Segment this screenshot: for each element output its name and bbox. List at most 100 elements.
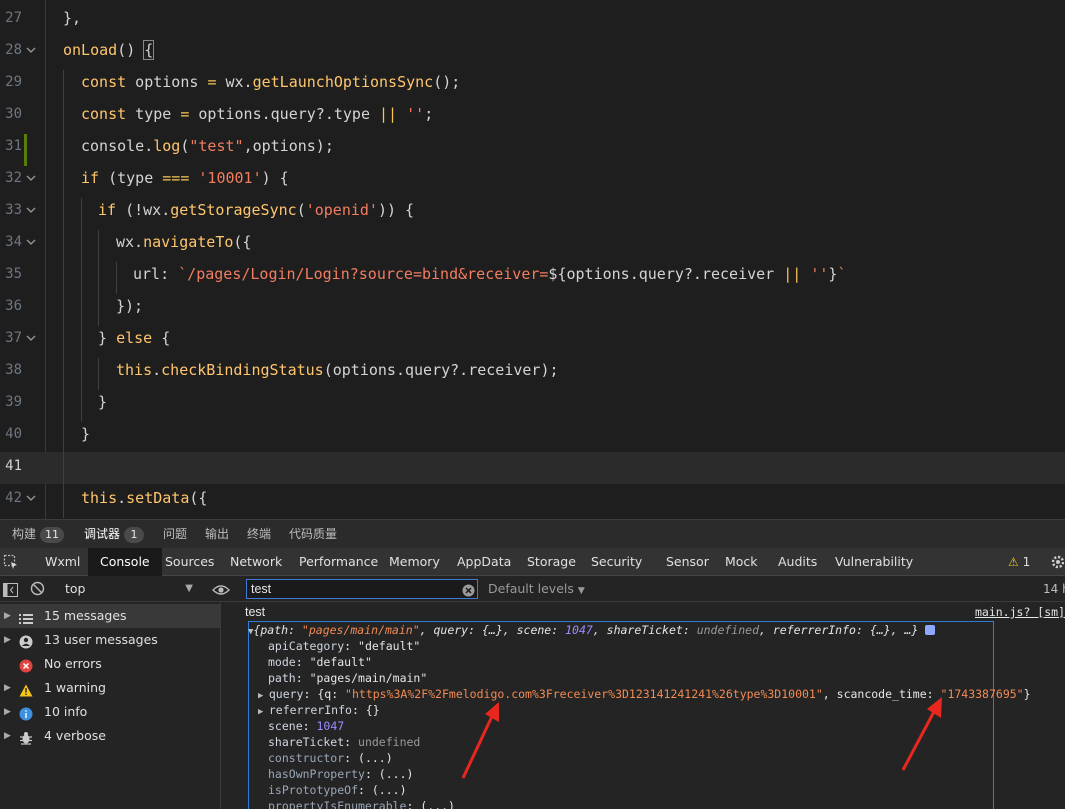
tab-console[interactable]: Console — [88, 548, 162, 576]
code-token: type — [126, 105, 181, 123]
prop-key: path — [260, 623, 289, 637]
tab-security[interactable]: Security — [591, 548, 642, 576]
tab-debugger-label: 调试器 — [84, 527, 121, 541]
tab-memory[interactable]: Memory — [389, 548, 440, 576]
code-line[interactable]: 29 const options = wx.getLaunchOptionsSyn… — [0, 68, 1065, 100]
code-line[interactable]: 38 this.checkBindingStatus(options.query?… — [0, 356, 1065, 388]
devtools-tool-tabs: Wxml Console Sources Network Performance… — [0, 548, 1065, 576]
sidebar-item-info[interactable]: ▶ 10 info — [0, 700, 220, 724]
code-line[interactable]: 42 this.setData({ — [0, 484, 1065, 516]
tab-wxml[interactable]: Wxml — [45, 548, 80, 576]
expand-arrow-icon: ▶ — [4, 611, 11, 621]
caret-down-icon: ▼ — [577, 586, 585, 596]
code-line[interactable]: 39} — [0, 388, 1065, 420]
fold-chevron-icon[interactable] — [25, 172, 37, 184]
code-token: console. — [81, 137, 154, 155]
tab-terminal[interactable]: 终端 — [247, 520, 271, 549]
sidebar-item-warnings[interactable]: ▶ 1 warning — [0, 676, 220, 700]
code-line[interactable]: 41 — [0, 452, 1065, 484]
prop-key: scene — [516, 623, 552, 637]
sidebar-toggle-icon[interactable] — [3, 582, 18, 601]
clear-filter-icon[interactable] — [462, 582, 475, 601]
tab-build[interactable]: 构建 11 — [12, 520, 65, 549]
tab-build-label: 构建 — [12, 527, 37, 541]
eye-icon[interactable] — [212, 582, 230, 601]
tab-storage[interactable]: Storage — [527, 548, 576, 576]
code-line[interactable]: 32 if (type === '10001') { — [0, 164, 1065, 196]
tab-vulnerability[interactable]: Vulnerability — [835, 548, 913, 576]
prop-value[interactable]: (...) — [379, 767, 414, 781]
prop-key: shareTicket — [268, 735, 345, 749]
prop-row-referrer[interactable]: ▶ referrerInfo: {} — [258, 702, 380, 718]
tab-sensor[interactable]: Sensor — [666, 548, 709, 576]
tab-problems[interactable]: 问题 — [163, 520, 187, 549]
sidebar-item-errors[interactable]: No errors — [0, 652, 220, 676]
line-number: 37 — [5, 330, 22, 346]
code-line[interactable]: 34 wx.navigateTo({ — [0, 228, 1065, 260]
fold-chevron-icon[interactable] — [25, 492, 37, 504]
code-token: . — [152, 361, 162, 379]
clear-console-icon[interactable] — [30, 581, 45, 600]
console-filter-input[interactable] — [246, 579, 478, 599]
indent-guide — [98, 358, 99, 390]
indent-guide — [116, 262, 117, 294]
tab-code-quality[interactable]: 代码质量 — [289, 520, 337, 549]
code-line[interactable]: 40} — [0, 420, 1065, 452]
sidebar-item-messages[interactable]: ▶ 15 messages — [0, 604, 220, 628]
tab-performance[interactable]: Performance — [299, 548, 378, 576]
tab-audits[interactable]: Audits — [778, 548, 817, 576]
expand-arrow-icon: ▶ — [4, 731, 11, 741]
prop-key: path — [268, 671, 296, 685]
fold-chevron-icon[interactable] — [25, 332, 37, 344]
log-levels-select[interactable]: Default levels ▼ — [488, 576, 585, 602]
prop-key: referrerInfo — [268, 703, 352, 717]
sidebar-item-verbose[interactable]: ▶ 4 verbose — [0, 724, 220, 748]
warning-icon: ⚠ — [1008, 555, 1019, 569]
prop-value: "pages/main/main" — [309, 671, 428, 685]
object-preview[interactable]: ▼{path: "pages/main/main", query: {…}, s… — [248, 621, 1031, 809]
code-token: `/pages/Login/Login?source=bind&receiver… — [178, 265, 549, 283]
prop-key: scene — [268, 719, 303, 733]
tab-output[interactable]: 输出 — [205, 520, 229, 549]
warning-counter[interactable]: ⚠ 1 — [1008, 548, 1030, 576]
prop-row: propertyIsEnumerable: (...) — [268, 798, 455, 809]
annotation-arrow-icon — [901, 697, 942, 771]
tab-debugger[interactable]: 调试器 1 — [84, 520, 145, 549]
prop-value[interactable]: (...) — [420, 799, 455, 809]
tab-network[interactable]: Network — [230, 548, 282, 576]
tab-mock[interactable]: Mock — [725, 548, 758, 576]
code-token: ${options.query?.receiver — [548, 265, 784, 283]
code-editor[interactable]: 27}, 28 onLoad() {29 const options = wx.get… — [0, 0, 1065, 519]
code-line[interactable]: 27}, — [0, 4, 1065, 36]
fold-chevron-icon[interactable] — [25, 236, 37, 248]
prop-key: mode — [268, 655, 296, 669]
code-line[interactable]: 37} else { — [0, 324, 1065, 356]
line-number: 30 — [5, 106, 22, 122]
object-summary[interactable]: ▼{path: "pages/main/main", query: {…}, s… — [248, 622, 936, 638]
fold-chevron-icon[interactable] — [25, 44, 37, 56]
code-line[interactable]: 35 url: `/pages/Login/Login?source=bind&r… — [0, 260, 1065, 292]
context-select[interactable]: top ▼ — [57, 576, 197, 602]
context-value: top — [65, 581, 86, 596]
tab-sources[interactable]: Sources — [165, 548, 214, 576]
prop-value[interactable]: (...) — [372, 783, 407, 797]
code-line[interactable]: 36}); — [0, 292, 1065, 324]
code-line[interactable]: 31 console.log("test",options); — [0, 132, 1065, 164]
gear-icon[interactable] — [1050, 554, 1065, 574]
code-token: || — [783, 265, 802, 283]
code-token: wx. — [116, 233, 144, 251]
sidebar-item-user-messages[interactable]: ▶ 13 user messages — [0, 628, 220, 652]
tab-appdata[interactable]: AppData — [457, 548, 511, 576]
code-token: ; — [424, 105, 434, 123]
inspect-element-icon[interactable] — [3, 554, 19, 574]
prop-row: shareTicket: undefined — [268, 735, 421, 749]
prop-value[interactable]: (...) — [358, 751, 393, 765]
code-text: const options = wx.getLaunchOptionsSync(… — [81, 73, 460, 91]
code-line[interactable]: 30 const type = options.query?.type || ''… — [0, 100, 1065, 132]
code-line[interactable]: 33 if (!wx.getStorageSync('openid')) { — [0, 196, 1065, 228]
fold-chevron-icon[interactable] — [25, 204, 37, 216]
prop-value: "1743387695" — [940, 687, 1024, 701]
code-line[interactable]: 28 onLoad() { — [0, 36, 1065, 68]
log-source-link[interactable]: main.js? [sm] — [975, 605, 1065, 619]
